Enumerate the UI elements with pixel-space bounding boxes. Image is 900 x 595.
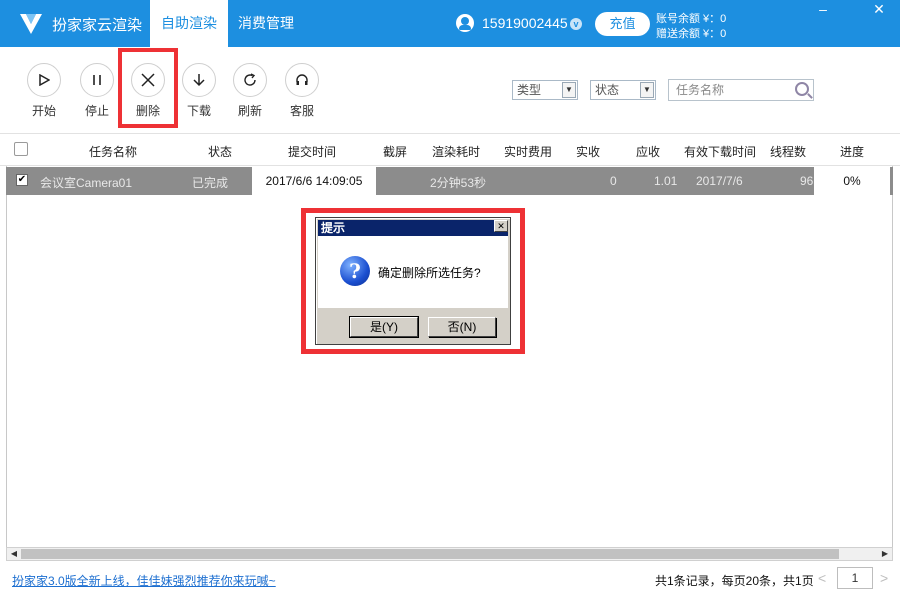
download-label: 下载: [186, 104, 211, 118]
col-submit-time[interactable]: 提交时间: [280, 143, 344, 160]
cell-received: 0: [610, 174, 617, 188]
recharge-button[interactable]: 充值: [595, 12, 650, 36]
status-select-value: 状态: [595, 83, 620, 97]
scroll-right-icon[interactable]: ▶: [878, 548, 892, 560]
col-progress[interactable]: 进度: [832, 143, 872, 160]
cell-receivable: 1.01: [654, 174, 678, 188]
col-status[interactable]: 状态: [200, 143, 240, 160]
title-bar: 扮家家云渲染 自助渲染 消费管理 15919002445 v 充值 账号余额 ¥…: [0, 0, 900, 47]
tab-consumption[interactable]: 消费管理: [230, 0, 302, 47]
start-label: 开始: [31, 104, 56, 118]
col-render-time[interactable]: 渲染耗时: [424, 143, 488, 160]
dialog-body: ? 确定删除所选任务?: [318, 236, 508, 308]
pause-icon: [80, 63, 114, 97]
col-download-time[interactable]: 有效下载时间: [680, 143, 760, 160]
col-received[interactable]: 实收: [570, 143, 606, 160]
cell-render-time: 2分钟53秒: [430, 176, 487, 190]
gift-balance: 赠送余额 ¥：0: [656, 28, 727, 40]
col-receivable[interactable]: 应收: [630, 143, 666, 160]
question-icon: ?: [340, 256, 370, 286]
row-checkbox[interactable]: ✔: [16, 174, 28, 186]
stop-label: 停止: [84, 104, 109, 118]
confirm-dialog: 提示 ✕ ? 确定删除所选任务? 是(Y) 否(N): [315, 217, 511, 345]
cell-progress: 0%: [814, 167, 890, 195]
scroll-thumb[interactable]: [21, 549, 839, 559]
dialog-title: 提示: [318, 220, 508, 236]
col-task-name[interactable]: 任务名称: [78, 143, 148, 160]
start-button[interactable]: 开始: [24, 63, 64, 119]
customer-service-button[interactable]: 客服: [282, 63, 322, 119]
dialog-message: 确定删除所选任务?: [378, 266, 481, 280]
headset-icon: [285, 63, 319, 97]
task-name-search-input[interactable]: 任务名称: [668, 79, 814, 101]
customer-service-label: 客服: [289, 104, 314, 118]
vip-badge: v: [570, 18, 582, 30]
no-button[interactable]: 否(N): [428, 317, 496, 337]
search-icon[interactable]: [795, 82, 809, 96]
search-placeholder: 任务名称: [676, 83, 725, 97]
select-all-checkbox[interactable]: [14, 142, 28, 156]
chevron-down-icon: ▼: [562, 82, 576, 98]
highlight-box: [118, 48, 178, 128]
user-icon[interactable]: [456, 14, 474, 32]
scroll-left-icon[interactable]: ◀: [7, 548, 21, 560]
col-realtime-fee[interactable]: 实时费用: [496, 143, 560, 160]
status-select[interactable]: 状态 ▼: [590, 80, 656, 100]
app-logo-icon: [20, 14, 42, 34]
play-icon: [27, 63, 61, 97]
type-select-value: 类型: [517, 83, 542, 97]
cell-download-time: 2017/7/6: [696, 174, 743, 188]
col-threads[interactable]: 线程数: [764, 143, 812, 160]
cell-submit-time: 2017/6/6 14:09:05: [252, 167, 376, 195]
page-number-input[interactable]: 1: [837, 567, 873, 589]
close-window-button[interactable]: ✕: [866, 0, 892, 20]
horizontal-scrollbar[interactable]: ◀ ▶: [6, 547, 893, 561]
chevron-down-icon: ▼: [640, 82, 654, 98]
announcement-link[interactable]: 扮家家3.0版全新上线，佳佳妹强烈推荐你来玩喊~: [12, 572, 276, 589]
chevron-left-icon[interactable]: <: [818, 570, 826, 586]
type-select[interactable]: 类型 ▼: [512, 80, 578, 100]
cell-status: 已完成: [192, 176, 229, 190]
cell-threads: 96: [800, 174, 814, 188]
cell-task-name: 会议室Camera01: [40, 176, 133, 190]
minimize-button[interactable]: ‒: [810, 0, 836, 20]
user-phone: 15919002445: [482, 15, 568, 31]
refresh-icon: [233, 63, 267, 97]
chevron-right-icon[interactable]: >: [880, 570, 888, 586]
close-icon[interactable]: ✕: [494, 220, 508, 232]
stop-button[interactable]: 停止: [77, 63, 117, 119]
table-header: 任务名称 状态 提交时间 截屏 渲染耗时 实时费用 实收 应收 有效下载时间 线…: [0, 133, 900, 166]
download-button[interactable]: 下载: [179, 63, 219, 119]
col-screenshot[interactable]: 截屏: [378, 143, 412, 160]
download-arrow-icon: [182, 63, 216, 97]
app-title: 扮家家云渲染: [52, 17, 143, 34]
refresh-label: 刷新: [237, 104, 262, 118]
tab-self-render[interactable]: 自助渲染: [150, 0, 228, 47]
account-balance: 账号余额 ¥：0: [656, 13, 727, 25]
record-summary: 共1条记录，每页20条，共1页: [655, 574, 814, 588]
refresh-button[interactable]: 刷新: [230, 63, 270, 119]
table-row[interactable]: ✔ 会议室Camera01 已完成 2017/6/6 14:09:05 2分钟5…: [6, 167, 893, 195]
yes-button[interactable]: 是(Y): [349, 316, 419, 338]
